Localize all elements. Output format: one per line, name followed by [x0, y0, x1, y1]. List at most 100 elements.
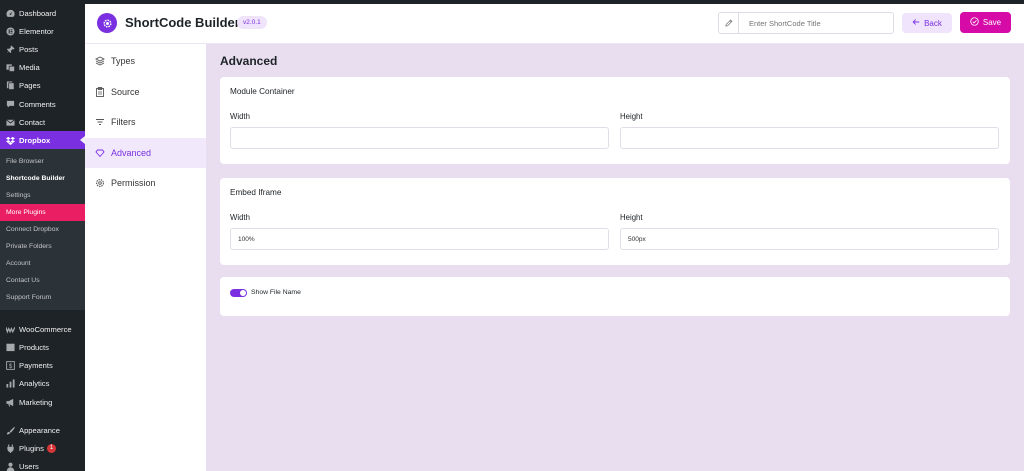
- nav-item-source[interactable]: Source: [85, 77, 206, 108]
- wp-menu-woocommerce[interactable]: WooCommerce: [0, 320, 85, 338]
- nav-label: Types: [111, 56, 136, 67]
- wp-menu-label: Products: [19, 343, 49, 353]
- page-title: Advanced: [220, 54, 278, 68]
- arrow-left-icon: [912, 18, 920, 28]
- module-container-card: Module Container Width Height: [220, 77, 1010, 164]
- svg-text:$: $: [8, 363, 12, 370]
- iframe-width-input[interactable]: [230, 228, 609, 250]
- back-button[interactable]: Back: [902, 13, 952, 33]
- advanced-panel: Advanced Module Container Width Height E…: [206, 44, 1024, 471]
- wp-menu-label: Users: [19, 462, 39, 471]
- card-title: Embed Iframe: [230, 188, 282, 197]
- submenu-account[interactable]: Account: [0, 255, 85, 272]
- wp-menu-comments[interactable]: Comments: [0, 95, 85, 113]
- plugin-icon: [5, 444, 15, 454]
- app-logo: [97, 13, 117, 33]
- wp-menu-posts[interactable]: Posts: [0, 40, 85, 58]
- submenu-shortcode-builder[interactable]: Shortcode Builder: [0, 170, 85, 187]
- width-label: Width: [230, 213, 250, 222]
- wp-menu-products[interactable]: Products: [0, 339, 85, 357]
- shortcode-title-field: [718, 12, 894, 34]
- nav-label: Source: [111, 86, 140, 97]
- wp-menu-label: Pages: [19, 81, 41, 91]
- nav-item-types[interactable]: Types: [85, 46, 206, 77]
- show-file-name-card: Show File Name: [220, 277, 1010, 316]
- builder-nav: Types Source Filters Advanced Permission: [85, 44, 206, 471]
- submenu-settings[interactable]: Settings: [0, 187, 85, 204]
- pin-icon: [5, 44, 15, 54]
- height-label: Height: [620, 112, 643, 121]
- wp-menu-marketing[interactable]: Marketing: [0, 393, 85, 411]
- save-button[interactable]: Save: [960, 12, 1011, 33]
- wp-menu-label: Marketing: [19, 397, 53, 407]
- nav-item-advanced[interactable]: Advanced: [85, 137, 206, 168]
- wp-menu-label: Posts: [19, 44, 38, 54]
- shortcode-title-input[interactable]: [739, 18, 889, 28]
- dropbox-icon: [5, 135, 15, 145]
- users-icon: [5, 462, 15, 471]
- diamond-icon: [95, 148, 105, 158]
- payments-icon: $: [5, 361, 15, 371]
- wp-menu-label: Payments: [19, 361, 53, 371]
- dashboard-icon: [5, 8, 15, 18]
- wp-menu-label: WooCommerce: [19, 324, 72, 334]
- analytics-icon: [5, 379, 15, 389]
- wp-menu-label: Media: [19, 63, 40, 73]
- brush-icon: [5, 425, 15, 435]
- layers-icon: [95, 56, 105, 66]
- wp-menu-media[interactable]: Media: [0, 59, 85, 77]
- submenu-support-forum[interactable]: Support Forum: [0, 289, 85, 306]
- wp-menu-label: Dashboard: [19, 8, 57, 18]
- width-label: Width: [230, 112, 250, 121]
- wp-menu-appearance[interactable]: Appearance: [0, 421, 85, 439]
- nav-label: Advanced: [111, 147, 152, 158]
- elementor-icon: [5, 26, 15, 36]
- nav-label: Permission: [111, 178, 156, 189]
- wp-menu-label: Appearance: [19, 425, 60, 435]
- pages-icon: [5, 81, 15, 91]
- wp-menu-label: Comments: [19, 99, 56, 109]
- back-label: Back: [924, 18, 942, 28]
- wp-menu-dashboard[interactable]: Dashboard: [0, 4, 85, 22]
- submenu-file-browser[interactable]: File Browser: [0, 153, 85, 170]
- wp-menu-analytics[interactable]: Analytics: [0, 375, 85, 393]
- wp-menu-label: Analytics: [19, 379, 50, 389]
- woocommerce-icon: [5, 324, 15, 334]
- wp-menu-contact[interactable]: Contact: [0, 113, 85, 131]
- wp-menu-label: Elementor: [19, 26, 54, 36]
- submenu-private-folders[interactable]: Private Folders: [0, 238, 85, 255]
- plugins-update-badge: 1: [46, 444, 57, 454]
- mail-icon: [5, 117, 15, 127]
- toggle-label: Show File Name: [251, 289, 301, 296]
- version-badge: v2.0.1: [237, 16, 267, 29]
- card-title: Module Container: [230, 87, 295, 96]
- wp-menu-dropbox[interactable]: Dropbox: [0, 131, 85, 150]
- wp-menu-label: Plugins: [19, 444, 44, 454]
- clipboard-icon: [95, 86, 105, 97]
- submenu-more-plugins[interactable]: More Plugins: [0, 204, 85, 222]
- nav-label: Filters: [111, 117, 136, 128]
- gear-logo-icon: [102, 18, 112, 28]
- submenu-contact-us[interactable]: Contact Us: [0, 272, 85, 289]
- iframe-height-input[interactable]: [620, 228, 999, 250]
- check-circle-icon: [970, 17, 979, 28]
- nav-item-filters[interactable]: Filters: [85, 107, 206, 138]
- pencil-icon: [719, 13, 739, 33]
- wp-menu-payments[interactable]: $ Payments: [0, 357, 85, 375]
- menu-gap: [0, 310, 85, 320]
- wp-menu-users[interactable]: Users: [0, 458, 85, 471]
- nav-item-permission[interactable]: Permission: [85, 168, 206, 199]
- wp-menu-elementor[interactable]: Elementor: [0, 22, 85, 40]
- wp-menu-plugins[interactable]: Plugins 1: [0, 439, 85, 457]
- module-width-input[interactable]: [230, 127, 609, 149]
- show-file-name-toggle[interactable]: [230, 289, 247, 297]
- wp-submenu: File Browser Shortcode Builder Settings …: [0, 149, 85, 311]
- gear-icon: [95, 178, 105, 188]
- comments-icon: [5, 99, 15, 109]
- products-icon: [5, 343, 15, 353]
- submenu-connect-dropbox[interactable]: Connect Dropbox: [0, 221, 85, 238]
- module-height-input[interactable]: [620, 127, 999, 149]
- wp-menu-pages[interactable]: Pages: [0, 77, 85, 95]
- menu-gap: [0, 411, 85, 421]
- embed-iframe-card: Embed Iframe Width Height: [220, 178, 1010, 265]
